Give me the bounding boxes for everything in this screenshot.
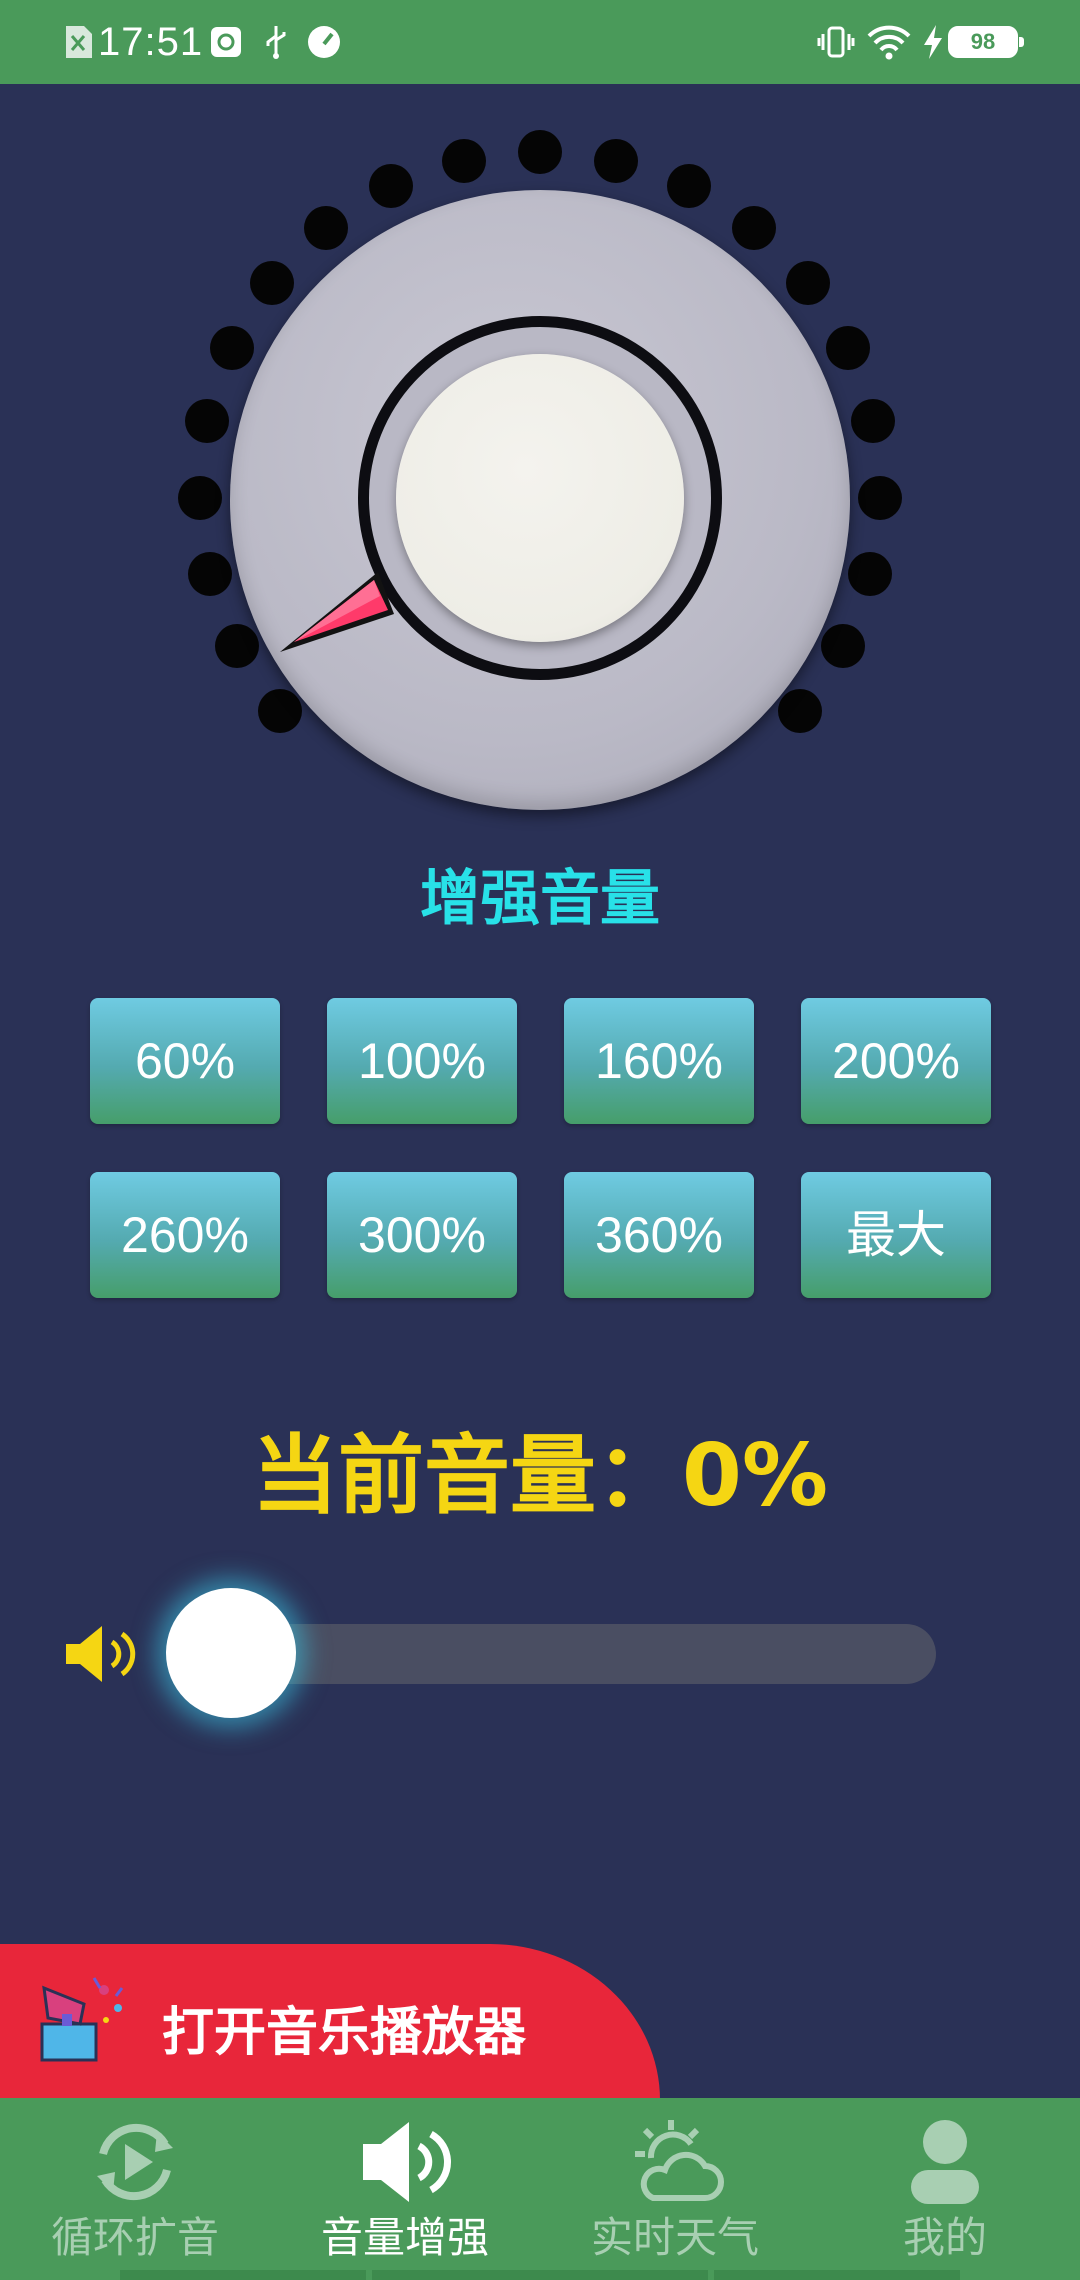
nav-item-volume-boost[interactable]: 音量增强 <box>270 2098 540 2280</box>
volume-slider-track[interactable] <box>230 1624 936 1684</box>
nav-label-loop-amplify: 循环扩音 <box>50 2213 219 2262</box>
nav-label-volume-boost: 音量增强 <box>320 2213 489 2262</box>
knob-level-dot <box>188 552 233 597</box>
knob-level-dot <box>826 326 871 371</box>
speaker-icon <box>66 1626 136 1682</box>
preset-max-button[interactable]: 最大 <box>801 1172 991 1298</box>
nav-label-mine: 我的 <box>902 2213 987 2262</box>
knob-level-dot <box>185 399 230 444</box>
knob-level-dot <box>518 130 562 174</box>
speaker-icon <box>363 2122 451 2202</box>
open-music-player-label: 打开音乐播放器 <box>162 2003 527 2063</box>
charging-icon <box>924 25 942 59</box>
sim-card-icon <box>66 26 92 58</box>
nav-item-loop-amplify[interactable]: 循环扩音 <box>0 2098 270 2280</box>
nav-divider <box>714 2270 960 2280</box>
bottom-nav: 循环扩音 音量增强 实时天气 我的 <box>0 2098 1080 2280</box>
nav-item-weather[interactable]: 实时天气 <box>540 2098 810 2280</box>
preset-360-button[interactable]: 360% <box>564 1172 754 1298</box>
knob-level-dot <box>215 624 260 669</box>
volume-knob[interactable] <box>170 130 910 840</box>
knob-level-dot <box>820 624 865 669</box>
knob-center <box>396 354 684 642</box>
wifi-icon <box>867 25 911 60</box>
status-bar: 17:51 98 <box>0 0 1080 84</box>
nav-label-weather: 实时天气 <box>590 2213 759 2262</box>
open-music-player-button[interactable]: 打开音乐播放器 <box>0 1944 660 2100</box>
knob-level-dot <box>857 475 902 520</box>
knob-level-dot <box>594 138 639 183</box>
preset-260-button[interactable]: 260% <box>90 1172 280 1298</box>
preset-160-button[interactable]: 160% <box>564 998 754 1124</box>
usb-icon <box>266 26 286 59</box>
knob-level-dot <box>250 260 295 305</box>
speedometer-icon <box>308 26 340 58</box>
music-box-icon <box>40 1977 124 2062</box>
preset-200-button[interactable]: 200% <box>801 998 991 1124</box>
knob-level-dot <box>209 326 254 371</box>
preset-60-button[interactable]: 60% <box>90 998 280 1124</box>
knob-level-dot <box>847 552 892 597</box>
nav-item-mine[interactable]: 我的 <box>810 2098 1080 2280</box>
battery-level: 98 <box>948 26 1024 58</box>
knob-level-dot <box>178 475 223 520</box>
preset-300-button[interactable]: 300% <box>327 1172 517 1298</box>
volume-slider-thumb[interactable] <box>166 1588 296 1718</box>
knob-level-dot <box>778 688 823 733</box>
user-icon <box>911 2120 979 2204</box>
status-time: 17:51 <box>98 20 204 64</box>
vibrate-icon <box>817 26 855 58</box>
knob-level-dot <box>368 164 413 209</box>
loop-play-icon <box>97 2123 173 2201</box>
app-root: 17:51 98 增强音量 60% 100% 160% 200% 260% 30… <box>0 0 1080 2280</box>
nav-divider <box>120 2270 366 2280</box>
weather-icon <box>635 2120 724 2201</box>
knob-level-dot <box>850 399 895 444</box>
preset-100-button[interactable]: 100% <box>327 998 517 1124</box>
knob-level-dot <box>731 205 776 250</box>
app-notification-icon <box>211 27 241 57</box>
knob-level-dot <box>441 138 486 183</box>
knob-level-dot <box>667 164 712 209</box>
enhance-volume-title: 增强音量 <box>420 864 660 934</box>
knob-level-dot <box>785 260 830 305</box>
current-volume-readout: 当前音量：0% <box>251 1426 828 1526</box>
nav-divider <box>372 2270 708 2280</box>
knob-level-dot <box>257 688 302 733</box>
knob-level-dot <box>304 205 349 250</box>
